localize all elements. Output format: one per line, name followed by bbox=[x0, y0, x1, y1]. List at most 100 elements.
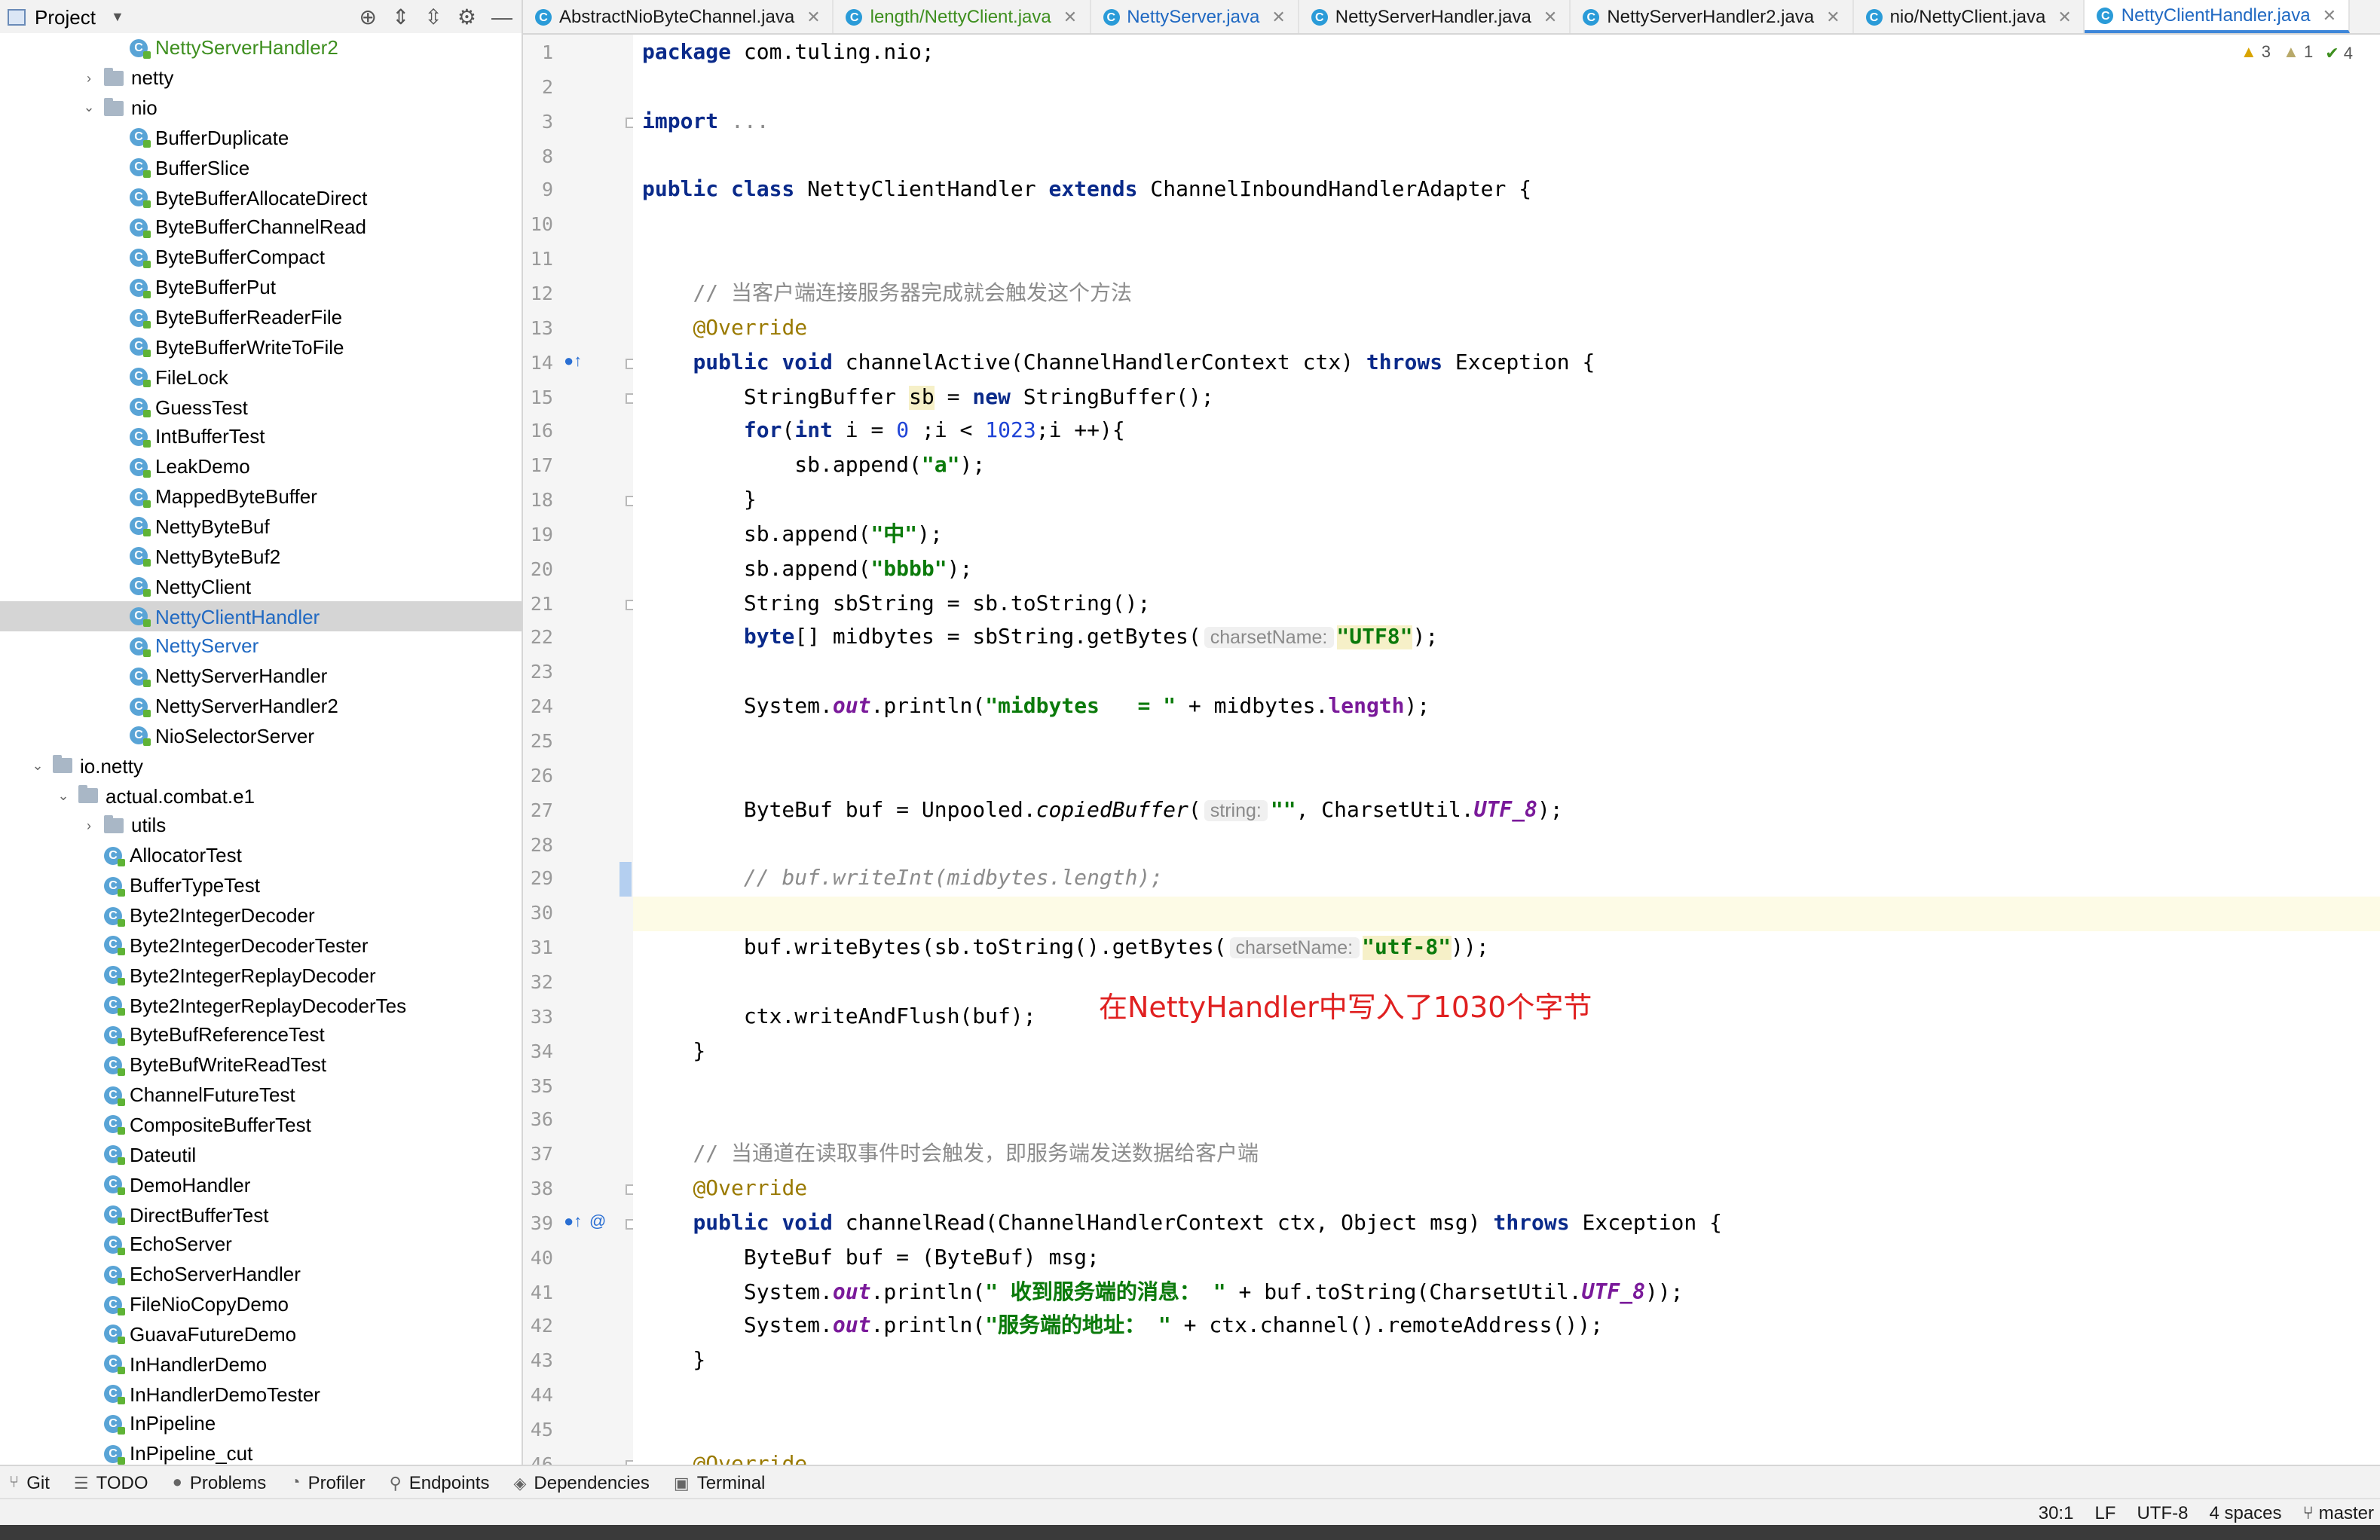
override-marker-icon[interactable]: ●↑ bbox=[564, 352, 582, 370]
code-line[interactable]: for(int i = 0 ;i < 1023;i ++){ bbox=[633, 415, 2380, 450]
code-line[interactable]: byte[] midbytes = sbString.getBytes(char… bbox=[633, 622, 2380, 656]
tree-class[interactable]: C GuessTest bbox=[0, 392, 522, 422]
tree-class[interactable]: C ByteBufferAllocateDirect bbox=[0, 183, 522, 213]
tree-class[interactable]: C NettyServerHandler2 bbox=[0, 33, 522, 63]
file-encoding[interactable]: UTF-8 bbox=[2137, 1502, 2188, 1523]
tree-class[interactable]: C BufferSlice bbox=[0, 153, 522, 183]
code-line[interactable]: @Override bbox=[633, 1448, 2380, 1465]
tree-folder[interactable]: › netty bbox=[0, 63, 522, 93]
code-line[interactable]: } bbox=[633, 1034, 2380, 1069]
code-line[interactable]: ByteBuf buf = (ByteBuf) msg; bbox=[633, 1242, 2380, 1276]
code-line[interactable]: public class NettyClientHandler extends … bbox=[633, 174, 2380, 209]
tree-class[interactable]: C GuavaFutureDemo bbox=[0, 1319, 522, 1349]
chevron-down-icon[interactable]: ⌄ bbox=[54, 787, 72, 804]
tree-folder[interactable]: › utils bbox=[0, 811, 522, 841]
toolwindow-endpoints[interactable]: ⚲ Endpoints bbox=[390, 1472, 490, 1493]
tree-class[interactable]: C Dateutil bbox=[0, 1140, 522, 1170]
code-line[interactable] bbox=[633, 1413, 2380, 1448]
toolwindow-problems[interactable]: ● Problems bbox=[173, 1472, 267, 1493]
toolwindow-terminal[interactable]: ▣ Terminal bbox=[674, 1472, 766, 1493]
chevron-right-icon[interactable]: › bbox=[80, 70, 98, 85]
override-marker-icon[interactable]: ●↑ bbox=[564, 1213, 582, 1231]
code-line[interactable]: import ... bbox=[633, 105, 2380, 139]
tree-class[interactable]: C BufferTypeTest bbox=[0, 871, 522, 901]
chevron-right-icon[interactable]: › bbox=[80, 818, 98, 833]
tree-class[interactable]: C InPipeline bbox=[0, 1409, 522, 1439]
code-line[interactable] bbox=[633, 1104, 2380, 1138]
tree-class[interactable]: C ByteBufReferenceTest bbox=[0, 1020, 522, 1050]
editor-tab[interactable]: Cnio/NettyClient.java ✕ bbox=[1854, 0, 2085, 33]
code-line[interactable] bbox=[633, 759, 2380, 794]
tree-class[interactable]: C FileNioCopyDemo bbox=[0, 1289, 522, 1319]
tree-class[interactable]: C MappedByteBuffer bbox=[0, 482, 522, 512]
tree-class[interactable]: C Byte2IntegerDecoder bbox=[0, 900, 522, 930]
code-editor[interactable]: package com.tuling.nio; import ... public … bbox=[633, 35, 2380, 1465]
code-line[interactable]: } bbox=[633, 484, 2380, 518]
code-line[interactable]: System.out.println("midbytes = " + midby… bbox=[633, 690, 2380, 725]
close-icon[interactable]: ✕ bbox=[2323, 5, 2336, 25]
code-line[interactable] bbox=[633, 828, 2380, 863]
tree-class[interactable]: C ChannelFutureTest bbox=[0, 1080, 522, 1111]
code-line[interactable] bbox=[633, 1069, 2380, 1104]
tree-class[interactable]: C IntBufferTest bbox=[0, 422, 522, 452]
tree-class[interactable]: C InPipeline_cut bbox=[0, 1439, 522, 1465]
tree-class[interactable]: C Byte2IntegerReplayDecoderTes bbox=[0, 990, 522, 1020]
code-line[interactable]: } bbox=[633, 1345, 2380, 1380]
code-line[interactable]: sb.append("中"); bbox=[633, 518, 2380, 553]
tree-class[interactable]: C NettyServerHandler bbox=[0, 662, 522, 692]
project-tree[interactable]: C NettyServerHandler2 › netty ⌄ nio C BufferDup… bbox=[0, 33, 523, 1465]
tree-class[interactable]: C InHandlerDemo bbox=[0, 1349, 522, 1380]
tree-class[interactable]: C ByteBufferWriteToFile bbox=[0, 332, 522, 362]
toolwindow-dependencies[interactable]: ◈ Dependencies bbox=[513, 1472, 649, 1493]
code-line[interactable] bbox=[633, 897, 2380, 932]
tree-class[interactable]: C DirectBufferTest bbox=[0, 1199, 522, 1230]
tree-class[interactable]: C ByteBufferPut bbox=[0, 273, 522, 303]
chevron-down-icon[interactable]: ⌄ bbox=[80, 99, 98, 116]
indent-setting[interactable]: 4 spaces bbox=[2209, 1502, 2281, 1523]
tree-folder[interactable]: ⌄ io.netty bbox=[0, 751, 522, 781]
editor-tab[interactable]: C NettyServerHandler2.java ✕ bbox=[1571, 0, 1854, 33]
tree-class[interactable]: C EchoServerHandler bbox=[0, 1260, 522, 1290]
tree-class[interactable]: C NettyByteBuf bbox=[0, 512, 522, 542]
editor-tab[interactable]: Clength/NettyClient.java ✕ bbox=[834, 0, 1091, 33]
tree-class[interactable]: C NettyClientHandler bbox=[0, 601, 522, 631]
hide-icon[interactable]: — bbox=[491, 5, 512, 30]
editor-tab[interactable]: C NettyServerHandler.java ✕ bbox=[1299, 0, 1571, 33]
editor-tab[interactable]: C NettyServer.java ✕ bbox=[1091, 0, 1299, 33]
tree-class[interactable]: C BufferDuplicate bbox=[0, 123, 522, 153]
tree-class[interactable]: C FileLock bbox=[0, 362, 522, 393]
code-line[interactable]: @Override bbox=[633, 1172, 2380, 1207]
close-icon[interactable]: ✕ bbox=[1063, 7, 1077, 26]
tree-class[interactable]: C ByteBufferReaderFile bbox=[0, 302, 522, 332]
code-line[interactable] bbox=[633, 656, 2380, 691]
tree-class[interactable]: C CompositeBufferTest bbox=[0, 1110, 522, 1140]
tree-class[interactable]: C NettyClient bbox=[0, 572, 522, 602]
project-panel-title[interactable]: Project bbox=[35, 5, 96, 28]
tree-class[interactable]: C ByteBufferChannelRead bbox=[0, 212, 522, 243]
line-separator[interactable]: LF bbox=[2094, 1502, 2115, 1523]
code-line[interactable]: buf.writeBytes(sb.toString().getBytes(ch… bbox=[633, 931, 2380, 966]
code-line[interactable]: public void channelRead(ChannelHandlerCo… bbox=[633, 1207, 2380, 1242]
code-line[interactable]: System.out.println("服务端的地址： " + ctx.chan… bbox=[633, 1310, 2380, 1345]
code-line[interactable]: package com.tuling.nio; bbox=[633, 36, 2380, 71]
tree-class[interactable]: C LeakDemo bbox=[0, 452, 522, 482]
inspection-widget[interactable]: ▲ 3 ▲ 1 ✔ 4 bbox=[2241, 44, 2353, 63]
tree-class[interactable]: C AllocatorTest bbox=[0, 841, 522, 871]
tree-class[interactable]: C NettyByteBuf2 bbox=[0, 542, 522, 572]
code-line[interactable]: String sbString = sb.toString(); bbox=[633, 587, 2380, 622]
code-line[interactable]: StringBuffer sb = new StringBuffer(); bbox=[633, 380, 2380, 415]
locate-icon[interactable]: ⊕ bbox=[359, 5, 376, 30]
tree-class[interactable]: C EchoServer bbox=[0, 1230, 522, 1260]
code-line[interactable] bbox=[633, 209, 2380, 243]
tree-class[interactable]: C InHandlerDemoTester bbox=[0, 1380, 522, 1410]
close-icon[interactable]: ✕ bbox=[1271, 7, 1285, 26]
tree-class[interactable]: C Byte2IntegerDecoderTester bbox=[0, 930, 522, 961]
code-line[interactable]: public void channelActive(ChannelHandler… bbox=[633, 346, 2380, 380]
gear-icon[interactable]: ⚙ bbox=[457, 5, 476, 30]
tree-class[interactable]: C Byte2IntegerReplayDecoder bbox=[0, 961, 522, 991]
chevron-down-icon[interactable]: ⌄ bbox=[29, 758, 47, 775]
toolwindow-profiler[interactable]: ◔ Profiler bbox=[290, 1472, 365, 1493]
collapse-all-icon[interactable]: ⇳ bbox=[424, 5, 442, 30]
tree-class[interactable]: C NettyServerHandler2 bbox=[0, 691, 522, 721]
code-line[interactable]: System.out.println(" 收到服务端的消息： " + buf.t… bbox=[633, 1276, 2380, 1310]
